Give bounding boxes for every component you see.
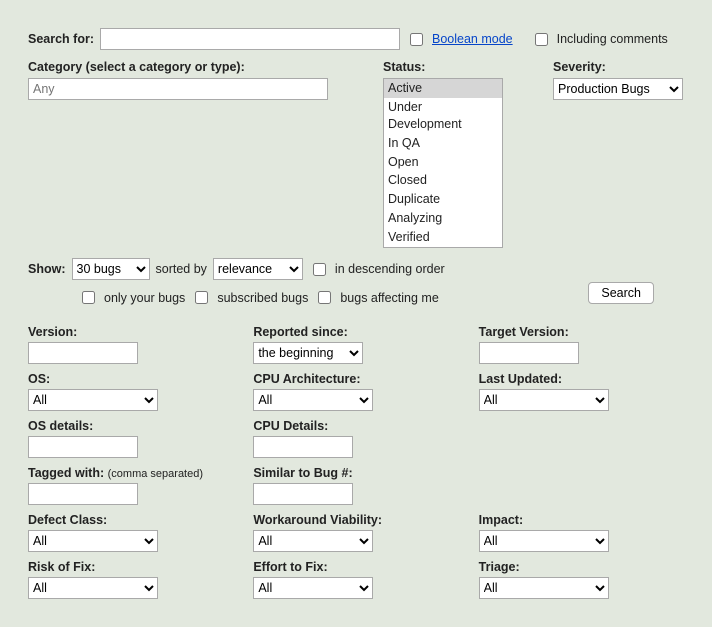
- status-list[interactable]: ActiveUnder DevelopmentIn QAOpenClosedDu…: [383, 78, 503, 248]
- cpu-details-input[interactable]: [253, 436, 353, 458]
- show-flags-row: only your bugs subscribed bugs bugs affe…: [78, 288, 588, 307]
- version-input[interactable]: [28, 342, 138, 364]
- effort-select[interactable]: All: [253, 577, 373, 599]
- severity-select[interactable]: Production Bugs: [553, 78, 683, 100]
- defect-class-select[interactable]: All: [28, 530, 158, 552]
- search-row: Search for: Boolean mode Including comme…: [28, 28, 684, 50]
- tagged-with-input[interactable]: [28, 483, 138, 505]
- filter-col-1: Version: OS: All OS details: Tagged with…: [28, 325, 233, 607]
- reported-since-select[interactable]: the beginning: [253, 342, 363, 364]
- filter-grid: Version: OS: All OS details: Tagged with…: [28, 325, 684, 607]
- category-label: Category (select a category or type):: [28, 60, 245, 74]
- search-input[interactable]: [100, 28, 400, 50]
- workaround-select[interactable]: All: [253, 530, 373, 552]
- tagged-with-label: Tagged with: (comma separated): [28, 466, 233, 480]
- including-comments-label: Including comments: [557, 32, 668, 46]
- cpu-details-label: CPU Details:: [253, 419, 458, 433]
- impact-label: Impact:: [479, 513, 684, 527]
- boolean-mode-checkbox[interactable]: [410, 33, 423, 46]
- impact-select[interactable]: All: [479, 530, 609, 552]
- triage-label: Triage:: [479, 560, 684, 574]
- status-option[interactable]: Duplicate: [384, 190, 502, 209]
- filter-col-2: Reported since: the beginning CPU Archit…: [253, 325, 458, 607]
- status-option[interactable]: Under Development: [384, 98, 502, 134]
- show-label: Show:: [28, 262, 66, 276]
- defect-class-label: Defect Class:: [28, 513, 233, 527]
- sort-select[interactable]: relevance: [213, 258, 303, 280]
- last-updated-label: Last Updated:: [479, 372, 684, 386]
- similar-input[interactable]: [253, 483, 353, 505]
- target-version-input[interactable]: [479, 342, 579, 364]
- os-label: OS:: [28, 372, 233, 386]
- top-filter-columns: Category (select a category or type): St…: [28, 60, 684, 248]
- risk-select[interactable]: All: [28, 577, 158, 599]
- workaround-label: Workaround Viability:: [253, 513, 458, 527]
- show-row: Show: 30 bugs sorted by relevance in des…: [28, 258, 684, 280]
- status-option[interactable]: Closed: [384, 171, 502, 190]
- boolean-mode-link[interactable]: Boolean mode: [432, 32, 513, 46]
- severity-label: Severity:: [553, 60, 606, 74]
- status-column: Status: ActiveUnder DevelopmentIn QAOpen…: [383, 60, 533, 248]
- subscribed-bugs-checkbox[interactable]: [195, 291, 208, 304]
- category-column: Category (select a category or type):: [28, 60, 363, 248]
- bugs-affecting-me-checkbox[interactable]: [318, 291, 331, 304]
- category-input[interactable]: [28, 78, 328, 100]
- only-your-bugs-label: only your bugs: [104, 291, 185, 305]
- bugs-affecting-me-label: bugs affecting me: [340, 291, 438, 305]
- status-option[interactable]: Active: [384, 79, 502, 98]
- reported-since-label: Reported since:: [253, 325, 458, 339]
- last-updated-select[interactable]: All: [479, 389, 609, 411]
- risk-label: Risk of Fix:: [28, 560, 233, 574]
- descending-checkbox[interactable]: [313, 263, 326, 276]
- status-option[interactable]: Open: [384, 153, 502, 172]
- os-details-input[interactable]: [28, 436, 138, 458]
- version-label: Version:: [28, 325, 233, 339]
- cpu-arch-label: CPU Architecture:: [253, 372, 458, 386]
- status-label: Status:: [383, 60, 425, 74]
- show-count-select[interactable]: 30 bugs: [72, 258, 150, 280]
- similar-label: Similar to Bug #:: [253, 466, 458, 480]
- triage-select[interactable]: All: [479, 577, 609, 599]
- status-option[interactable]: Analyzing: [384, 209, 502, 228]
- status-option[interactable]: Verified: [384, 228, 502, 247]
- effort-label: Effort to Fix:: [253, 560, 458, 574]
- cpu-arch-select[interactable]: All: [253, 389, 373, 411]
- descending-label: in descending order: [335, 262, 445, 276]
- including-comments-checkbox[interactable]: [535, 33, 548, 46]
- os-select[interactable]: All: [28, 389, 158, 411]
- severity-column: Severity: Production Bugs: [553, 60, 684, 248]
- status-option[interactable]: In progress: [384, 247, 502, 248]
- search-button[interactable]: Search: [588, 282, 654, 304]
- subscribed-bugs-label: subscribed bugs: [217, 291, 308, 305]
- target-version-label: Target Version:: [479, 325, 684, 339]
- filter-col-3: Target Version: Last Updated: All . . Im…: [479, 325, 684, 607]
- os-details-label: OS details:: [28, 419, 233, 433]
- sorted-by-label: sorted by: [156, 262, 207, 276]
- status-option[interactable]: In QA: [384, 134, 502, 153]
- only-your-bugs-checkbox[interactable]: [82, 291, 95, 304]
- search-for-label: Search for:: [28, 32, 94, 46]
